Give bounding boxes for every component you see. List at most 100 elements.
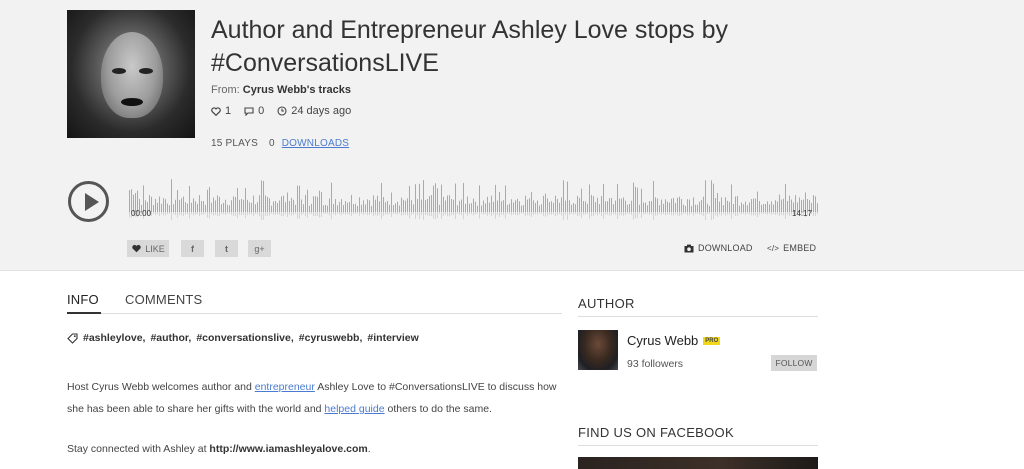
waveform-reflection [271, 212, 272, 214]
tag-link[interactable]: #conversationslive, [196, 332, 293, 344]
waveform-bar [359, 197, 360, 212]
waveform-reflection [213, 212, 214, 216]
waveform-reflection [207, 212, 208, 218]
waveform-bar [393, 205, 394, 212]
waveform-bar [777, 201, 778, 212]
twitter-share-button[interactable]: t [215, 240, 238, 257]
waveform-reflection [197, 212, 198, 215]
like-button[interactable]: LIKE [127, 240, 169, 257]
waveform-bar [421, 199, 422, 212]
waveform-bar [629, 204, 630, 212]
waveform-bar [759, 201, 760, 212]
waveform-bar [519, 201, 520, 212]
facebook-share-button[interactable]: f [181, 240, 204, 257]
waveform-reflection [165, 212, 166, 216]
waveform-bar [813, 195, 814, 212]
waveform-reflection [511, 212, 512, 216]
tag-link[interactable]: #interview [367, 332, 418, 344]
waveform-bar [445, 200, 446, 212]
waveform-bar [717, 192, 718, 212]
waveform-bar [443, 196, 444, 212]
waveform-reflection [715, 212, 716, 216]
waveform-reflection [453, 212, 454, 216]
waveform-reflection [777, 212, 778, 215]
waveform-reflection [321, 212, 322, 217]
waveform-reflection [477, 212, 478, 214]
facebook-widget[interactable] [578, 457, 818, 469]
tab-info[interactable]: INFO [67, 292, 99, 307]
embed-button[interactable]: </> EMBED [767, 243, 816, 253]
waveform-reflection [357, 212, 358, 214]
waveform-reflection [439, 212, 440, 214]
source-link[interactable]: Cyrus Webb's tracks [243, 84, 351, 96]
waveform-reflection [633, 212, 634, 220]
waveform-reflection [293, 212, 294, 216]
desc-link-entrepreneur[interactable]: entrepreneur [255, 381, 315, 393]
author-name[interactable]: Cyrus Webb [627, 333, 698, 348]
waveform-reflection [351, 212, 352, 217]
waveform-reflection [337, 212, 338, 214]
waveform-bar [671, 198, 672, 212]
tag-link[interactable]: #cyruswebb, [299, 332, 363, 344]
comments-stat[interactable]: 0 [244, 105, 264, 117]
waveform-reflection [639, 212, 640, 214]
waveform-bar [247, 199, 248, 212]
gplus-share-button[interactable]: g+ [248, 240, 271, 257]
waveform-bar [693, 197, 694, 212]
download-button[interactable]: DOWNLOAD [684, 243, 753, 253]
waveform-reflection [421, 212, 422, 216]
tab-comments[interactable]: COMMENTS [125, 292, 202, 307]
waveform-reflection [521, 212, 522, 214]
waveform-reflection [469, 212, 470, 215]
desc-link-helped-guide[interactable]: helped guide [324, 403, 384, 415]
waveform-bar [381, 182, 382, 212]
waveform-reflection [583, 212, 584, 215]
waveform-reflection [355, 212, 356, 215]
waveform-bar [659, 205, 660, 212]
waveform-reflection [353, 212, 354, 214]
waveform-reflection [675, 212, 676, 215]
follow-button[interactable]: FOLLOW [771, 355, 817, 371]
likes-stat[interactable]: 1 [211, 105, 231, 117]
downloads-link[interactable]: DOWNLOADS [282, 138, 349, 149]
waveform-reflection [739, 212, 740, 214]
waveform-bar [173, 204, 174, 212]
waveform-bar [213, 197, 214, 212]
waveform-reflection [741, 212, 742, 215]
waveform-reflection [451, 212, 452, 216]
waveform-bar [287, 192, 288, 212]
author-heading: AUTHOR [578, 296, 635, 311]
waveform-reflection [749, 212, 750, 215]
waveform-bar [249, 202, 250, 212]
waveform-reflection [625, 212, 626, 215]
waveform-reflection [757, 212, 758, 218]
waveform-bar [509, 203, 510, 212]
waveform-bar [459, 200, 460, 212]
waveform-bar [569, 200, 570, 212]
waveform-reflection [167, 212, 168, 215]
waveform-reflection [517, 212, 518, 216]
tag-link[interactable]: #author, [150, 332, 191, 344]
waveform-bar [587, 203, 588, 212]
waveform-reflection [577, 212, 578, 217]
waveform-reflection [311, 212, 312, 215]
cover-eye [139, 68, 153, 74]
waveform-bar [321, 192, 322, 212]
track-cover-image[interactable] [67, 10, 195, 138]
embed-label: EMBED [783, 243, 817, 253]
waveform-bar [593, 196, 594, 212]
play-button[interactable] [68, 181, 109, 222]
waveform-bar [601, 196, 602, 212]
waveform-reflection [683, 212, 684, 214]
waveform-reflection [297, 212, 298, 219]
author-avatar[interactable] [578, 330, 618, 370]
tag-link[interactable]: #ashleylove, [83, 332, 145, 344]
waveform-bar [347, 202, 348, 212]
waveform-bar [561, 197, 562, 212]
waveform-bar [787, 200, 788, 212]
waveform-reflection [157, 212, 158, 215]
waveform[interactable] [128, 178, 818, 222]
website-url[interactable]: http://www.iamashleyalove.com [209, 443, 367, 455]
waveform-reflection [531, 212, 532, 218]
waveform-reflection [299, 212, 300, 219]
